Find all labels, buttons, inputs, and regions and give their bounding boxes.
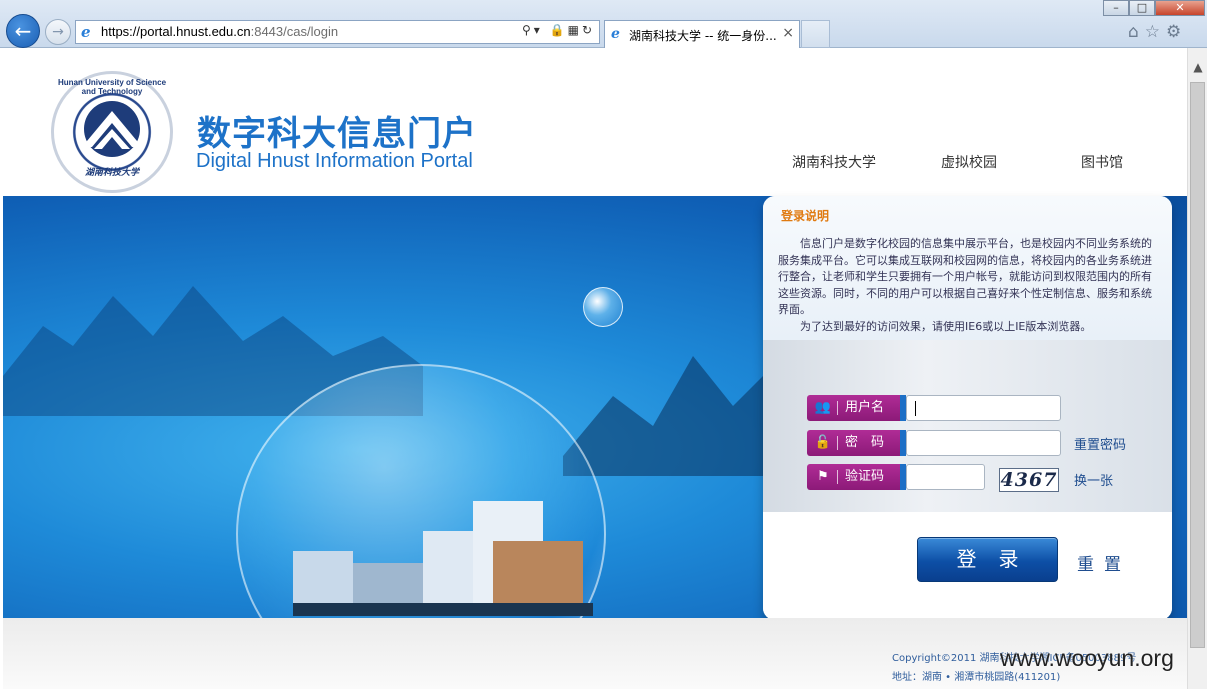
site-header: Hunan University of Science and Technolo…: [3, 48, 1187, 196]
close-window-icon[interactable]: ✕: [1155, 0, 1205, 16]
tab-title: 湖南科技大学 -- 统一身份...: [629, 29, 777, 43]
watermark-text: www.wooyun.org: [1000, 645, 1174, 671]
browser-right-icons: ⌂☆⚙: [1128, 22, 1187, 42]
logo-ring-text: Hunan University of Science and Technolo…: [57, 78, 167, 96]
nav-link-library[interactable]: 图书馆: [1081, 152, 1123, 172]
login-button[interactable]: 登录: [917, 537, 1058, 582]
password-input[interactable]: [906, 430, 1061, 456]
search-icon[interactable]: ⚲: [522, 23, 534, 37]
url-host: https://portal.hnust.edu.cn: [101, 24, 251, 39]
text-caret: [915, 401, 916, 416]
url-path: :8443/cas/login: [250, 24, 339, 39]
minimize-icon[interactable]: –: [1103, 0, 1129, 16]
nav-link-virtual-campus[interactable]: 虚拟校园: [941, 152, 997, 172]
logo-seal-text: 湖南科技大学: [84, 168, 139, 178]
password-label: 🔓 密 码: [807, 430, 913, 456]
login-panel: 登录说明 信息门户是数字化校园的信息集中展示平台，也是校园内不同业务系统的服务集…: [763, 196, 1172, 620]
browser-requirement-text: 为了达到最好的访问效果，请使用IE6或以上IE版本浏览器。: [800, 319, 1092, 333]
university-logo: Hunan University of Science and Technolo…: [51, 71, 173, 193]
favorites-star-icon[interactable]: ☆: [1145, 22, 1166, 42]
captcha-label-text: 验证码: [845, 469, 885, 484]
small-bubble: [583, 287, 623, 327]
tab-close-icon[interactable]: ×: [782, 25, 794, 41]
address-url[interactable]: https://portal.hnust.edu.cn:8443/cas/log…: [101, 24, 338, 39]
login-notice: 登录说明 信息门户是数字化校园的信息集中展示平台，也是校园内不同业务系统的服务集…: [763, 196, 1172, 340]
captcha-row: ⚑ 验证码: [807, 464, 985, 490]
back-arrow-icon[interactable]: ←: [6, 14, 40, 48]
user-icon: 👥: [814, 400, 832, 415]
home-icon[interactable]: ⌂: [1128, 22, 1145, 42]
browser-toolbar: ← → e https://portal.hnust.edu.cn:8443/c…: [0, 0, 1207, 48]
ie-page-icon: e: [81, 23, 91, 41]
logo-mountain-icon: [82, 101, 142, 157]
captcha-label: ⚑ 验证码: [807, 464, 913, 490]
address-tools[interactable]: ⚲▾ 🔒▦↻: [522, 23, 595, 37]
portal-title-cn: 数字科大信息门户: [197, 114, 477, 154]
password-label-text: 密 码: [845, 435, 885, 450]
password-row: 🔓 密 码: [807, 430, 1061, 456]
maximize-icon[interactable]: □: [1129, 0, 1155, 16]
nav-link-university[interactable]: 湖南科技大学: [792, 152, 876, 172]
refresh-icon[interactable]: ↻: [582, 23, 595, 37]
username-label: 👥 用户名: [807, 395, 913, 421]
login-notice-title: 登录说明: [781, 209, 830, 223]
page-content: Hunan University of Science and Technolo…: [3, 48, 1187, 689]
captcha-input[interactable]: [906, 464, 985, 490]
lock-icon[interactable]: 🔒: [550, 23, 568, 37]
vertical-scrollbar[interactable]: ▲: [1187, 48, 1207, 689]
captcha-image[interactable]: 4367: [999, 468, 1059, 492]
portal-title-en: Digital Hnust Information Portal: [196, 150, 473, 172]
login-notice-paragraph: 信息门户是数字化校园的信息集中展示平台，也是校园内不同业务系统的服务集成平台。它…: [778, 237, 1152, 316]
username-row: 👥 用户名: [807, 395, 1061, 421]
username-input[interactable]: [906, 395, 1061, 421]
forward-arrow-icon[interactable]: →: [45, 19, 71, 45]
scroll-thumb[interactable]: [1190, 82, 1205, 648]
address-bar[interactable]: e https://portal.hnust.edu.cn:8443/cas/l…: [75, 20, 600, 44]
login-notice-body: 信息门户是数字化校园的信息集中展示平台，也是校园内不同业务系统的服务集成平台。它…: [778, 236, 1156, 335]
window-controls: – □ ✕: [1103, 0, 1207, 16]
scroll-up-icon[interactable]: ▲: [1188, 60, 1207, 74]
browser-tab[interactable]: e 湖南科技大学 -- 统一身份... ×: [604, 20, 800, 48]
ie-tab-icon: e: [611, 26, 620, 42]
reset-button[interactable]: 重置: [1077, 550, 1131, 575]
refresh-captcha-link[interactable]: 换一张: [1074, 470, 1113, 489]
new-tab-button[interactable]: [801, 20, 830, 48]
lock-open-icon: 🔓: [814, 435, 832, 450]
reset-password-link[interactable]: 重置密码: [1074, 434, 1126, 453]
campus-buildings-illustration: [293, 501, 593, 616]
login-form: 👥 用户名 🔓 密 码 重置密码 ⚑ 验证码 4367 换一张: [763, 340, 1172, 512]
flag-icon: ⚑: [817, 469, 829, 484]
settings-gear-icon[interactable]: ⚙: [1166, 22, 1187, 42]
compat-icon[interactable]: ▦: [568, 23, 582, 37]
username-label-text: 用户名: [845, 400, 885, 415]
